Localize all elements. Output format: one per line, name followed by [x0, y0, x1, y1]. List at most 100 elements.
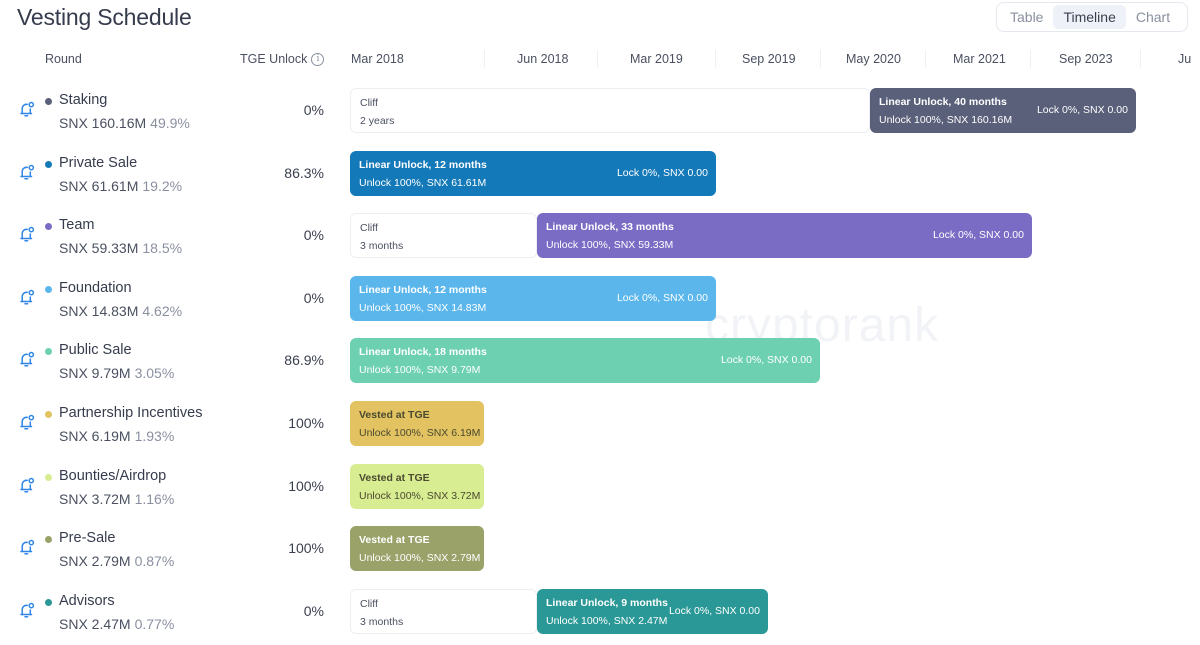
- round-name: Public Sale: [59, 342, 132, 359]
- round-name: Staking: [59, 92, 108, 108]
- timeline-tick: Sep 2023: [1059, 52, 1113, 66]
- round-allocation: SNX 3.72M 1.16%: [59, 491, 174, 507]
- bell-alert-icon[interactable]: [17, 99, 37, 119]
- unlock-segment[interactable]: Linear Unlock, 40 months Unlock 100%, SNX…: [870, 88, 1136, 133]
- bell-alert-icon[interactable]: [17, 224, 37, 244]
- cliff-duration: 3 months: [360, 615, 404, 628]
- bell-alert-icon[interactable]: [17, 475, 37, 495]
- tab-chart[interactable]: Chart: [1126, 5, 1180, 29]
- round-color-dot: [45, 598, 52, 606]
- vesting-row: Public Sale SNX 9.79M 3.05% 86.9% Linear Unl…: [0, 338, 1200, 401]
- round-share: 18.5%: [142, 240, 183, 257]
- unlock-amount: Unlock 100%, SNX 2.79M: [359, 552, 481, 565]
- round-color-dot: [45, 223, 52, 231]
- bell-alert-icon[interactable]: [17, 412, 37, 432]
- round-color-dot: [45, 536, 52, 544]
- unlock-type: Vested at TGE: [359, 409, 430, 421]
- vesting-row: Private Sale SNX 61.61M 19.2% 86.3% Linear U…: [0, 150, 1200, 214]
- tick-separator: [1140, 50, 1141, 68]
- round-allocation: SNX 14.83M 4.62%: [59, 303, 182, 319]
- round-amount: SNX 59.33M: [59, 240, 139, 257]
- unlock-type: Vested at TGE: [359, 471, 430, 484]
- unlock-segment[interactable]: Linear Unlock, 12 months Unlock 100%, SNX…: [350, 150, 716, 196]
- round-share: 4.62%: [142, 302, 183, 319]
- bell-alert-icon[interactable]: [17, 287, 37, 307]
- round-amount: SNX 2.79M: [59, 553, 131, 570]
- timeline-tick: Ju: [1178, 52, 1192, 66]
- tick-separator: [715, 50, 716, 68]
- timeline-tick: Jun 2018: [517, 52, 569, 66]
- tick-separator: [820, 50, 821, 68]
- unlock-segment[interactable]: Linear Unlock, 18 months Unlock 100%, SNX…: [350, 338, 820, 384]
- tab-timeline[interactable]: Timeline: [1053, 5, 1126, 29]
- page-title: Vesting Schedule: [17, 4, 192, 30]
- round-color-dot: [45, 348, 52, 356]
- info-icon[interactable]: i: [311, 52, 325, 66]
- unlock-segment[interactable]: Vested at TGE Unlock 100%, SNX 3.72M: [350, 463, 484, 509]
- unlock-amount: Unlock 100%, SNX 3.72M: [359, 489, 481, 502]
- round-allocation: SNX 2.47M 0.77%: [59, 616, 174, 632]
- unlock-segment[interactable]: Vested at TGE Unlock 100%, SNX 6.19M: [350, 401, 484, 446]
- tick-separator: [925, 50, 926, 68]
- round-amount: SNX 61.61M: [59, 177, 139, 194]
- round-amount: SNX 14.83M: [59, 302, 139, 319]
- tab-table[interactable]: Table: [1000, 5, 1053, 29]
- round-allocation: SNX 160.16M 49.9%: [59, 115, 190, 131]
- tge-unlock-value: 86.9%: [284, 352, 324, 369]
- tge-unlock-label: TGE Unlock: [240, 52, 308, 66]
- tge-unlock-value: 100%: [288, 477, 324, 494]
- cliff-segment[interactable]: Cliff 2 years: [350, 88, 870, 133]
- vesting-row: Staking SNX 160.16M 49.9% 0% Cliff 2 years Lin…: [0, 88, 1200, 151]
- unlock-type: Vested at TGE: [359, 534, 430, 547]
- lock-amount: Lock 0%, SNX 0.00: [720, 354, 812, 367]
- unlock-segment[interactable]: Linear Unlock, 33 months Unlock 100%, SNX…: [537, 213, 1032, 259]
- round-name: Advisors: [59, 592, 115, 609]
- vesting-row: Pre-Sale SNX 2.79M 0.87% 100% Vested at TGE U…: [0, 526, 1200, 589]
- unlock-amount: Unlock 100%, SNX 6.19M: [359, 427, 481, 439]
- lock-amount: Lock 0%, SNX 0.00: [616, 291, 708, 304]
- timeline-tick: Mar 2019: [630, 52, 683, 66]
- round-share: 1.93%: [134, 428, 175, 444]
- round-color-dot: [45, 473, 52, 481]
- bell-alert-icon[interactable]: [17, 537, 37, 557]
- vesting-row: Foundation SNX 14.83M 4.62% 0% Linear Unlock…: [0, 275, 1200, 339]
- round-name: Private Sale: [59, 154, 138, 171]
- round-name: Partnership Incentives: [59, 405, 203, 421]
- lock-amount: Lock 0%, SNX 0.00: [1036, 104, 1128, 116]
- lock-amount: Lock 0%, SNX 0.00: [932, 229, 1024, 242]
- timeline-tick: Mar 2018: [351, 52, 404, 66]
- cliff-segment[interactable]: Cliff 3 months: [350, 213, 537, 259]
- round-share: 0.87%: [134, 553, 175, 570]
- round-amount: SNX 6.19M: [59, 428, 131, 444]
- round-color-dot: [45, 285, 52, 293]
- round-allocation: SNX 2.79M 0.87%: [59, 553, 174, 569]
- round-allocation: SNX 59.33M 18.5%: [59, 240, 182, 256]
- unlock-segment[interactable]: Vested at TGE Unlock 100%, SNX 2.79M: [350, 526, 484, 572]
- round-share: 1.16%: [134, 490, 175, 507]
- tick-separator: [1030, 50, 1031, 68]
- unlock-segment[interactable]: Linear Unlock, 12 months Unlock 100%, SNX…: [350, 275, 716, 321]
- bell-alert-icon[interactable]: [17, 162, 37, 182]
- round-color-dot: [45, 160, 52, 168]
- vesting-row: Bounties/Airdrop SNX 3.72M 1.16% 100% Vested…: [0, 463, 1200, 527]
- round-amount: SNX 9.79M: [59, 365, 131, 382]
- round-name: Bounties/Airdrop: [59, 467, 167, 484]
- bell-alert-icon[interactable]: [17, 600, 37, 620]
- lock-amount: Lock 0%, SNX 0.00: [616, 166, 708, 179]
- unlock-segment[interactable]: Linear Unlock, 9 months Unlock 100%, SNX …: [537, 588, 768, 634]
- tick-separator: [597, 50, 598, 68]
- round-amount: SNX 160.16M: [59, 115, 147, 131]
- tick-separator: [484, 50, 485, 68]
- vesting-row: Partnership Incentives SNX 6.19M 1.93% 100%…: [0, 401, 1200, 464]
- column-header-round: Round: [45, 52, 82, 66]
- round-share: 49.9%: [150, 115, 190, 131]
- round-color-dot: [45, 98, 52, 105]
- view-switch: Table Timeline Chart: [996, 2, 1188, 32]
- tge-unlock-value: 100%: [288, 540, 324, 557]
- tge-unlock-value: 0%: [303, 227, 324, 244]
- cliff-duration: 3 months: [360, 240, 404, 253]
- cliff-segment[interactable]: Cliff 3 months: [350, 588, 537, 634]
- bell-alert-icon[interactable]: [17, 349, 37, 369]
- round-share: 3.05%: [134, 365, 175, 382]
- vesting-row: Team SNX 59.33M 18.5% 0% Cliff 3 months Linear…: [0, 213, 1200, 276]
